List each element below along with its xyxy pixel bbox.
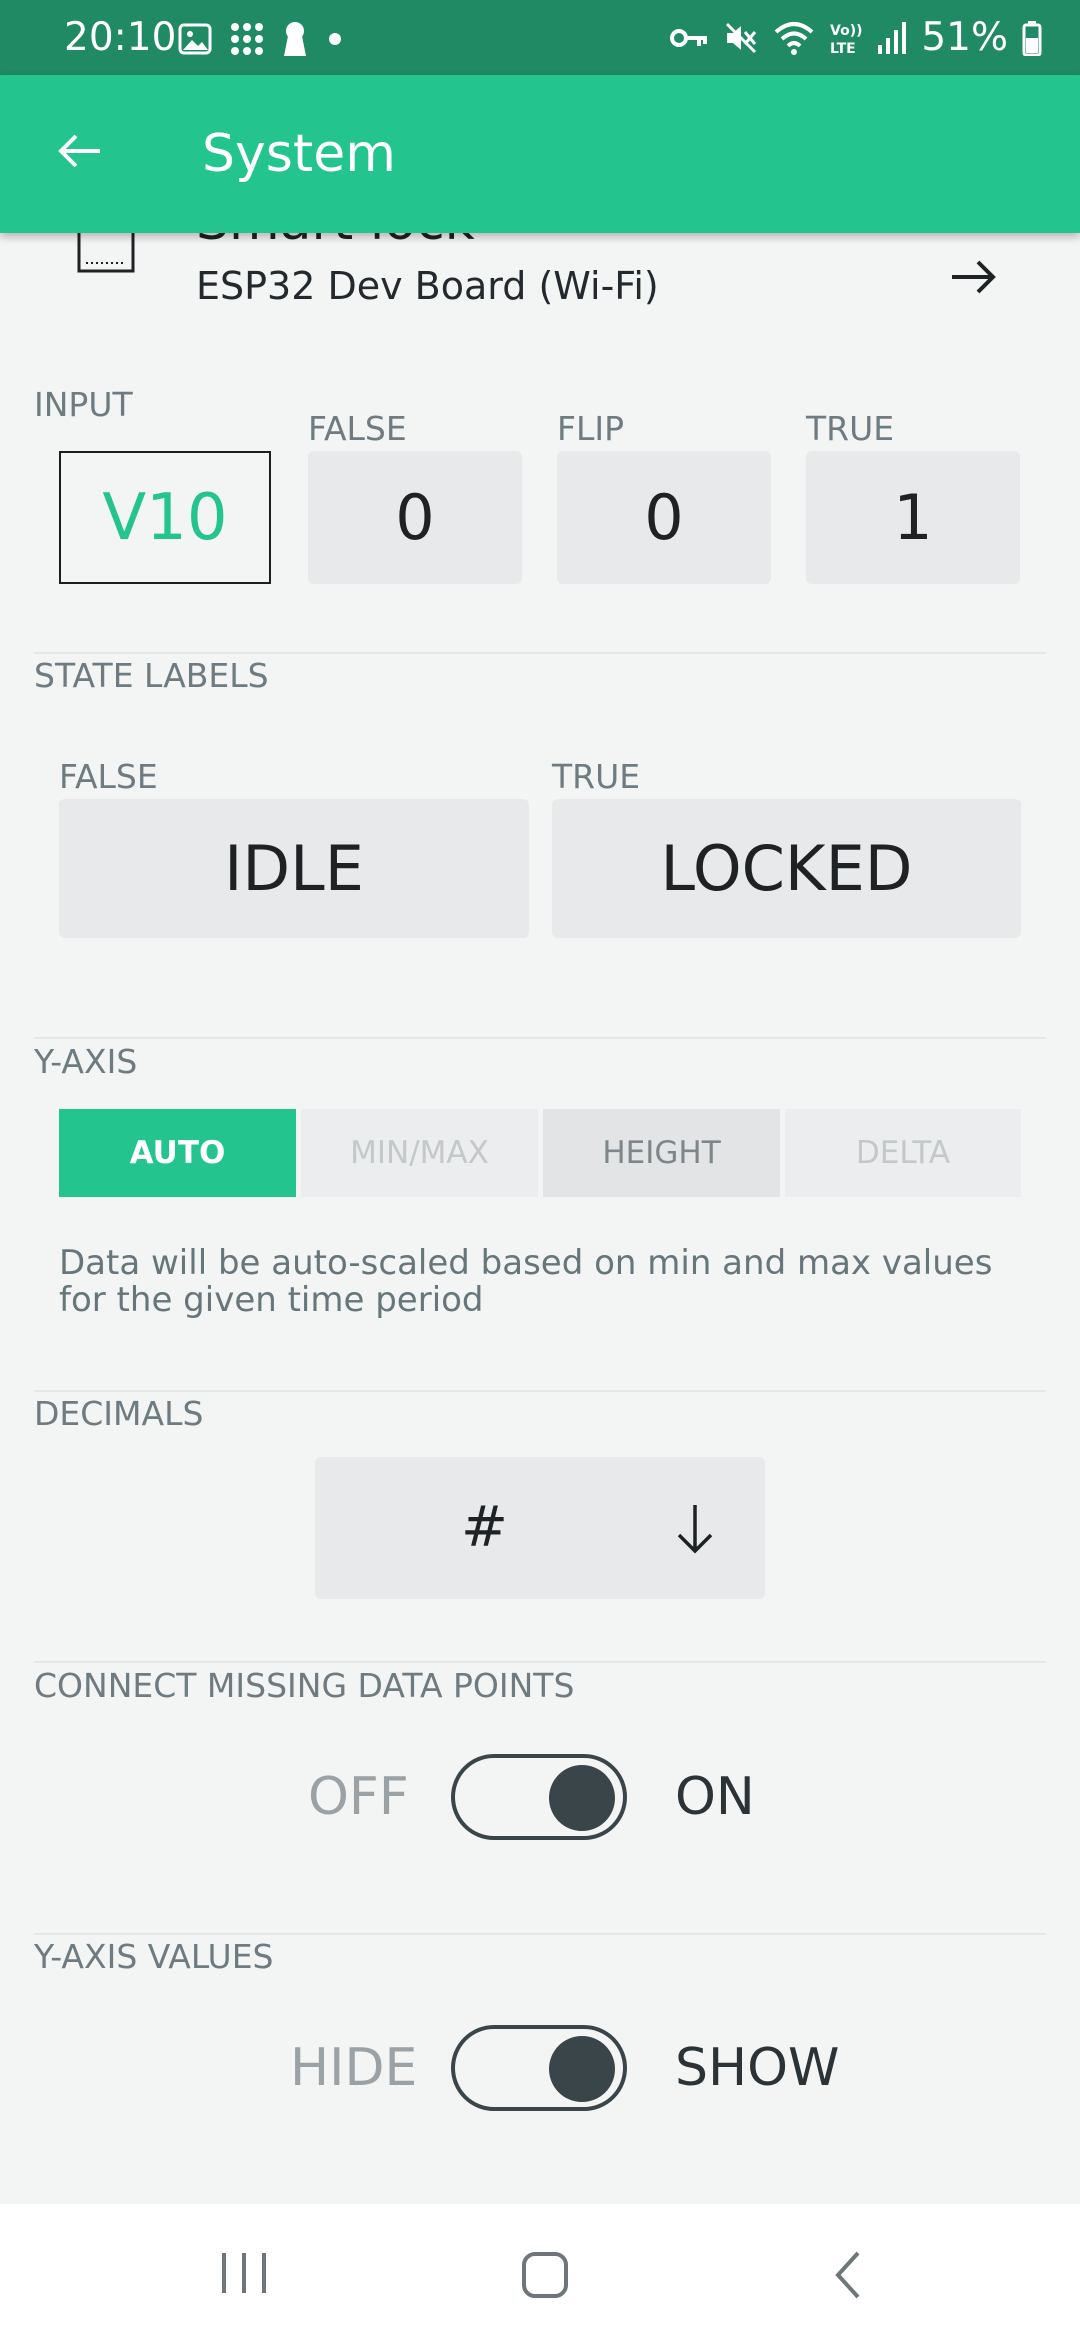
decimals-value: # bbox=[461, 1495, 508, 1560]
app-grid-icon bbox=[231, 23, 263, 55]
back-arrow-icon[interactable] bbox=[52, 123, 108, 179]
connect-missing-off-label: OFF bbox=[308, 1767, 409, 1827]
svg-text:LTE: LTE bbox=[830, 41, 856, 57]
flip-value-field[interactable]: 0 bbox=[557, 451, 771, 584]
arrow-right-icon[interactable] bbox=[946, 249, 1002, 305]
dot-icon bbox=[329, 33, 341, 45]
toggle-knob bbox=[549, 1765, 615, 1831]
svg-text:Vo)): Vo)) bbox=[830, 23, 862, 39]
true-value: 1 bbox=[893, 481, 933, 554]
wifi-icon bbox=[774, 22, 814, 55]
app-bar: System bbox=[0, 75, 1080, 233]
y-axis-help-text: Data will be auto-scaled based on min an… bbox=[59, 1243, 993, 1320]
flip-value-label: FLIP bbox=[557, 409, 624, 448]
divider bbox=[34, 1037, 1046, 1039]
signal-icon bbox=[878, 22, 907, 54]
status-time: 20:10 bbox=[64, 15, 177, 60]
y-axis-values-hide-label: HIDE bbox=[290, 2038, 418, 2098]
battery-icon bbox=[1022, 21, 1042, 56]
state-true-field[interactable]: LOCKED bbox=[552, 799, 1021, 938]
battery-percent: 51% bbox=[921, 15, 1008, 60]
state-false-value: IDLE bbox=[224, 832, 364, 905]
decimals-dropdown[interactable]: # bbox=[315, 1457, 765, 1599]
page-title: System bbox=[202, 124, 396, 184]
navigation-bar bbox=[0, 2204, 1080, 2340]
board-chip-icon bbox=[77, 233, 135, 273]
divider bbox=[34, 1933, 1046, 1935]
false-value-label: FALSE bbox=[308, 409, 407, 448]
device-board: ESP32 Dev Board (Wi-Fi) bbox=[196, 264, 659, 308]
recent-apps-icon[interactable] bbox=[214, 2248, 274, 2298]
y-axis-option-min-max[interactable]: MIN/MAX bbox=[301, 1109, 538, 1197]
divider bbox=[34, 1661, 1046, 1663]
y-axis-values-show-label: SHOW bbox=[675, 2038, 840, 2098]
system-icons: Vo)) LTE 51% bbox=[669, 14, 1042, 62]
decimals-section-label: DECIMALS bbox=[34, 1394, 204, 1433]
device-name: Smart lock bbox=[196, 233, 475, 253]
flip-value: 0 bbox=[644, 481, 684, 554]
input-section-label: INPUT bbox=[34, 385, 133, 424]
true-value-field[interactable]: 1 bbox=[806, 451, 1020, 584]
state-true-value: LOCKED bbox=[660, 832, 913, 905]
false-value-field[interactable]: 0 bbox=[308, 451, 522, 584]
volte-icon: Vo)) LTE bbox=[830, 23, 862, 57]
image-icon bbox=[178, 23, 212, 55]
status-bar: 20:10 Vo)) LTE 51% bbox=[0, 0, 1080, 75]
y-axis-values-section-label: Y-AXIS VALUES bbox=[34, 1937, 274, 1976]
connect-missing-on-label: ON bbox=[675, 1767, 755, 1827]
home-icon[interactable] bbox=[516, 2248, 574, 2302]
y-axis-option-height[interactable]: HEIGHT bbox=[543, 1109, 780, 1197]
input-pin-value: V10 bbox=[102, 480, 228, 555]
divider bbox=[34, 652, 1046, 654]
connect-missing-toggle[interactable] bbox=[451, 1754, 627, 1840]
divider bbox=[34, 1390, 1046, 1392]
state-false-label: FALSE bbox=[59, 757, 158, 796]
connect-missing-section-label: CONNECT MISSING DATA POINTS bbox=[34, 1666, 575, 1705]
true-value-label: TRUE bbox=[806, 409, 895, 448]
y-axis-values-toggle[interactable] bbox=[451, 2025, 627, 2111]
y-axis-option-auto[interactable]: AUTO bbox=[59, 1109, 296, 1197]
false-value: 0 bbox=[395, 481, 435, 554]
mute-icon bbox=[726, 22, 757, 54]
device-selector[interactable]: Smart lock ESP32 Dev Board (Wi-Fi) bbox=[0, 233, 1080, 323]
toggle-knob bbox=[549, 2036, 615, 2102]
keyhole-icon bbox=[284, 22, 306, 56]
y-axis-section-label: Y-AXIS bbox=[34, 1042, 138, 1081]
state-labels-section-label: STATE LABELS bbox=[34, 656, 269, 695]
vpn-key-icon bbox=[670, 29, 708, 47]
notification-icons bbox=[178, 18, 346, 60]
input-pin-selector[interactable]: V10 bbox=[59, 451, 271, 584]
state-false-field[interactable]: IDLE bbox=[59, 799, 529, 938]
state-true-label: TRUE bbox=[552, 757, 641, 796]
arrow-down-icon bbox=[677, 1505, 713, 1554]
back-nav-icon[interactable] bbox=[826, 2248, 870, 2302]
y-axis-option-delta[interactable]: DELTA bbox=[785, 1109, 1021, 1197]
